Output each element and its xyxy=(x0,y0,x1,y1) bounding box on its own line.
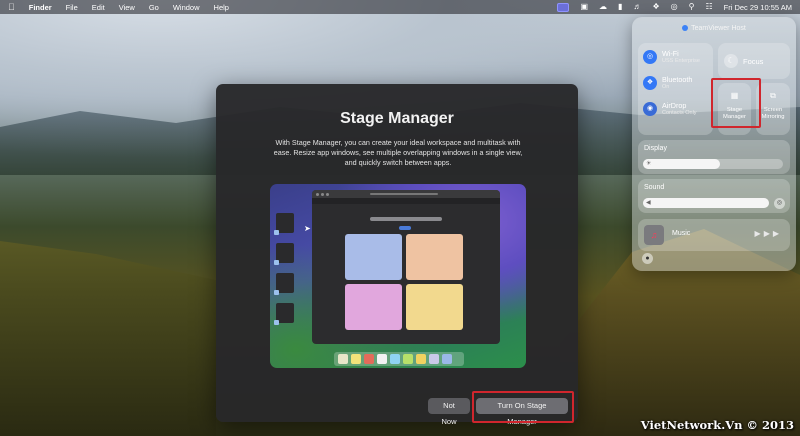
airplay-audio-icon[interactable]: ◎ xyxy=(774,198,785,209)
screen-share-icon[interactable]: ▣ xyxy=(580,2,588,12)
bluetooth-icon: ❖ xyxy=(643,75,657,90)
music-label: Music xyxy=(672,230,691,237)
display-label: Display xyxy=(644,145,667,152)
control-center-panel: TeamViewer Host ◎ Wi-Fi USS Enterprise ❖ … xyxy=(632,17,796,271)
sound-volume-fill xyxy=(643,198,769,208)
preview-stage-thumb xyxy=(274,273,294,295)
menu-view[interactable]: View xyxy=(119,3,135,12)
wifi-icon: ◎ xyxy=(643,49,657,64)
wifi-menu-icon[interactable]: ◎ xyxy=(671,2,678,12)
preview-tile-pink xyxy=(345,284,402,330)
bluetooth-toggle[interactable]: ❖ Bluetooth On xyxy=(643,75,692,90)
sound-module: Sound ◀ ◎ xyxy=(638,179,790,213)
preview-stage-thumb xyxy=(274,303,294,325)
cloud-icon[interactable]: ☁ xyxy=(599,2,607,12)
control-center-icon[interactable]: ☷ xyxy=(705,2,712,12)
menu-bar:  Finder File Edit View Go Window Help ▣… xyxy=(0,0,800,14)
stage-manager-preview-image: ➤ xyxy=(270,184,526,368)
search-icon[interactable]: ⚲ xyxy=(689,2,695,12)
speaker-icon: ◀ xyxy=(646,200,651,206)
screen-mirroring-toggle[interactable]: ⧉ Screen Mirroring xyxy=(756,83,790,135)
menu-file[interactable]: File xyxy=(66,3,78,12)
display-brightness-fill xyxy=(643,159,720,169)
dialog-description: With Stage Manager, you can create your … xyxy=(273,138,523,167)
menu-app-name[interactable]: Finder xyxy=(29,3,52,12)
wifi-toggle[interactable]: ◎ Wi-Fi USS Enterprise xyxy=(643,49,700,64)
play-icon[interactable]: ▶ xyxy=(755,229,764,238)
skip-forward-icon[interactable]: ▶▶ xyxy=(764,229,782,238)
teamviewer-host-label: TeamViewer Host xyxy=(632,25,796,32)
music-module: ♫ Music ▶▶▶ xyxy=(638,219,790,251)
volume-icon[interactable]: ♬ xyxy=(633,2,641,12)
network-module: ◎ Wi-Fi USS Enterprise ❖ Bluetooth On ◉ Ai… xyxy=(638,43,713,135)
preview-tile-yellow xyxy=(406,284,463,330)
sun-icon: ☀ xyxy=(646,161,652,167)
battery-icon[interactable]: ▮ xyxy=(618,2,622,12)
menu-extras: ▣ ☁ ▮ ♬ ❖ ◎ ⚲ ☷ Fri Dec 29 10:55 AM xyxy=(557,2,792,12)
highlight-stage-manager-toggle xyxy=(711,78,761,128)
display-module: Display ☀ xyxy=(638,140,790,174)
airdrop-icon: ◉ xyxy=(643,101,657,116)
preview-stage-thumb xyxy=(274,243,294,265)
teamviewer-icon xyxy=(682,25,689,31)
menu-edit[interactable]: Edit xyxy=(92,3,105,12)
preview-dock xyxy=(334,352,464,366)
preview-cursor-icon: ➤ xyxy=(304,224,311,233)
dialog-title: Stage Manager xyxy=(340,110,454,127)
menu-window[interactable]: Window xyxy=(173,3,200,12)
sound-volume-slider[interactable]: ◀ xyxy=(643,198,769,208)
menu-clock[interactable]: Fri Dec 29 10:55 AM xyxy=(724,3,792,12)
menu-go[interactable]: Go xyxy=(149,3,159,12)
highlight-turn-on-button xyxy=(472,391,574,423)
music-app-icon[interactable]: ♫ xyxy=(644,225,664,245)
music-controls: ▶▶▶ xyxy=(755,229,782,238)
stage-manager-dialog: Stage Manager With Stage Manager, you ca… xyxy=(216,84,578,426)
focus-toggle[interactable]: ☾ Focus xyxy=(718,43,790,79)
display-brightness-slider[interactable]: ☀ xyxy=(643,159,783,169)
watermark: VietNetwork.Vn © 2013 xyxy=(640,418,794,432)
not-now-button[interactable]: Not Now xyxy=(428,398,470,426)
sound-label: Sound xyxy=(644,184,665,191)
stage-manager-status-icon[interactable] xyxy=(557,2,570,12)
airdrop-toggle[interactable]: ◉ AirDrop Contacts Only xyxy=(643,101,697,116)
bluetooth-menu-icon[interactable]: ❖ xyxy=(652,2,659,12)
preview-tile-blue xyxy=(345,234,402,280)
screen-mirroring-label: Screen Mirroring xyxy=(761,107,785,120)
menu-help[interactable]: Help xyxy=(214,3,229,12)
preview-tile-orange xyxy=(406,234,463,280)
screen-mirroring-icon: ⧉ xyxy=(770,91,776,100)
preview-stage-thumb xyxy=(274,213,294,235)
preview-window xyxy=(312,190,500,344)
moon-icon: ☾ xyxy=(724,54,738,68)
user-account-icon[interactable]: ● xyxy=(642,253,653,264)
apple-logo-icon[interactable]:  xyxy=(8,2,15,12)
focus-label: Focus xyxy=(743,57,764,66)
